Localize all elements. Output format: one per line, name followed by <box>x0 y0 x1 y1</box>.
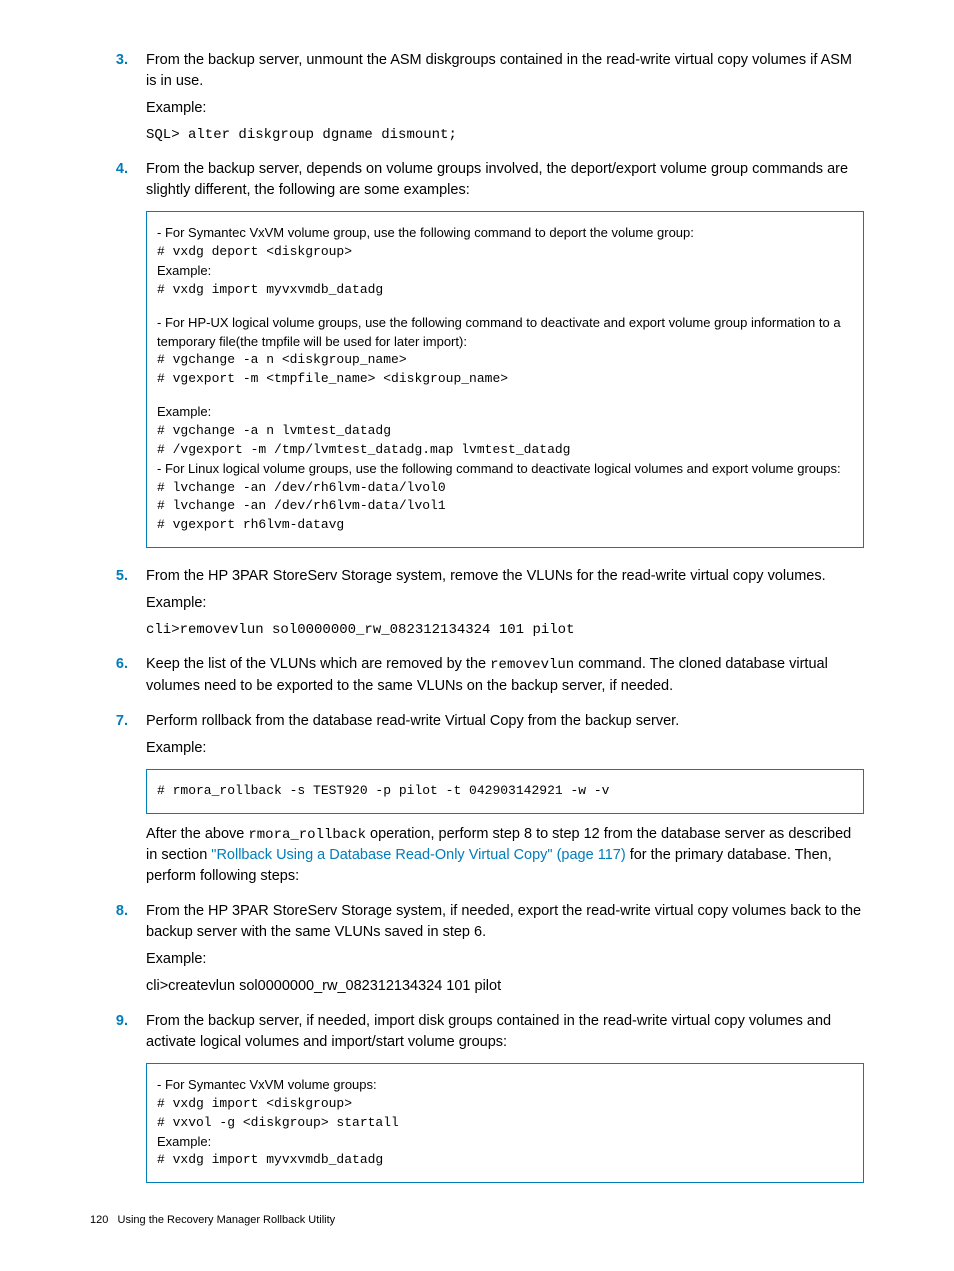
step-content: From the backup server, unmount the ASM … <box>146 50 864 151</box>
box-line: - For Symantec VxVM volume groups: <box>157 1076 853 1095</box>
box-line: # vxdg import <diskgroup> <box>157 1095 853 1114</box>
box-line: # lvchange -an /dev/rh6lvm-data/lvol1 <box>157 497 853 516</box>
footer-title: Using the Recovery Manager Rollback Util… <box>118 1214 336 1226</box>
box-line: # vgexport rh6lvm-datavg <box>157 516 853 535</box>
after-text: After the above rmora_rollback operation… <box>146 824 864 887</box>
step-number: 6. <box>90 654 146 675</box>
box-line: # vgchange -a n lvmtest_datadg <box>157 422 853 441</box>
step-text: From the backup server, unmount the ASM … <box>146 50 864 92</box>
box-line: - For HP-UX logical volume groups, use t… <box>157 314 853 352</box>
step-content: From the HP 3PAR StoreServ Storage syste… <box>146 901 864 1003</box>
example-label: Example: <box>146 738 864 759</box>
box-line: Example: <box>157 403 853 422</box>
step-4: 4. From the backup server, depends on vo… <box>90 159 864 558</box>
step-text: Perform rollback from the database read-… <box>146 711 864 732</box>
step-text: Keep the list of the VLUNs which are rem… <box>146 654 864 696</box>
code-box: # rmora_rollback -s TEST920 -p pilot -t … <box>146 769 864 814</box>
step-number: 9. <box>90 1011 146 1032</box>
step-8: 8. From the HP 3PAR StoreServ Storage sy… <box>90 901 864 1003</box>
code-box: - For Symantec VxVM volume groups: # vxd… <box>146 1063 864 1183</box>
step-content: Perform rollback from the database read-… <box>146 711 864 893</box>
page-footer: 120 Using the Recovery Manager Rollback … <box>90 1213 864 1229</box>
example-label: Example: <box>146 98 864 119</box>
box-line: # lvchange -an /dev/rh6lvm-data/lvol0 <box>157 479 853 498</box>
step-content: Keep the list of the VLUNs which are rem… <box>146 654 864 702</box>
step-text: From the backup server, if needed, impor… <box>146 1011 864 1053</box>
box-line: Example: <box>157 1133 853 1152</box>
step-number: 7. <box>90 711 146 732</box>
step-text: From the HP 3PAR StoreServ Storage syste… <box>146 566 864 587</box>
code-box: - For Symantec VxVM volume group, use th… <box>146 211 864 548</box>
box-line: # rmora_rollback -s TEST920 -p pilot -t … <box>157 782 853 801</box>
step-7: 7. Perform rollback from the database re… <box>90 711 864 893</box>
step-number: 8. <box>90 901 146 922</box>
step-3: 3. From the backup server, unmount the A… <box>90 50 864 151</box>
example-label: Example: <box>146 593 864 614</box>
cross-ref-link[interactable]: "Rollback Using a Database Read-Only Vir… <box>211 847 625 863</box>
page-number: 120 <box>90 1214 108 1226</box>
step-number: 5. <box>90 566 146 587</box>
box-line: # vxdg import myvxvmdb_datadg <box>157 281 853 300</box>
step-9: 9. From the backup server, if needed, im… <box>90 1011 864 1193</box>
step-content: From the backup server, depends on volum… <box>146 159 864 558</box>
box-line: # vxdg import myvxvmdb_datadg <box>157 1151 853 1170</box>
step-text: From the backup server, depends on volum… <box>146 159 864 201</box>
step-text: From the HP 3PAR StoreServ Storage syste… <box>146 901 864 943</box>
box-line: # vxvol -g <diskgroup> startall <box>157 1114 853 1133</box>
step-5: 5. From the HP 3PAR StoreServ Storage sy… <box>90 566 864 646</box>
box-line: # vgchange -a n <diskgroup_name> <box>157 351 853 370</box>
box-line: - For Linux logical volume groups, use t… <box>157 460 853 479</box>
example-label: Example: <box>146 949 864 970</box>
box-line: # vgexport -m <tmpfile_name> <diskgroup_… <box>157 370 853 389</box>
box-line: # /vgexport -m /tmp/lvmtest_datadg.map l… <box>157 441 853 460</box>
command: SQL> alter diskgroup dgname dismount; <box>146 125 864 145</box>
box-line: - For Symantec VxVM volume group, use th… <box>157 224 853 243</box>
step-content: From the HP 3PAR StoreServ Storage syste… <box>146 566 864 646</box>
box-line: # vxdg deport <diskgroup> <box>157 243 853 262</box>
command: cli>removevlun sol0000000_rw_08231213432… <box>146 620 864 640</box>
step-number: 3. <box>90 50 146 71</box>
step-6: 6. Keep the list of the VLUNs which are … <box>90 654 864 702</box>
step-number: 4. <box>90 159 146 180</box>
step-content: From the backup server, if needed, impor… <box>146 1011 864 1193</box>
command: cli>createvlun sol0000000_rw_08231213432… <box>146 976 864 997</box>
box-line: Example: <box>157 262 853 281</box>
